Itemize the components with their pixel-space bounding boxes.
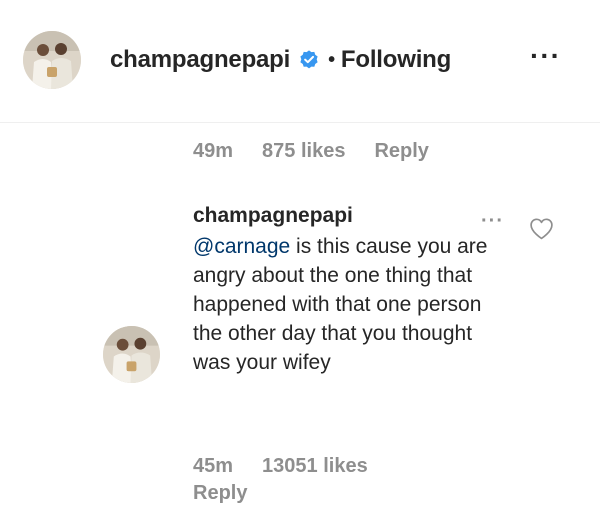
comment-likes[interactable]: 13051 likes <box>262 455 368 478</box>
verified-badge-icon <box>298 49 320 71</box>
more-options-icon[interactable]: ··· <box>530 42 561 70</box>
previous-comment-meta: 49m 875 likes Reply <box>193 140 458 163</box>
header-user-row: champagnepapi • Following <box>110 46 451 74</box>
comment-more-icon[interactable]: ··· <box>481 211 504 231</box>
reply-button[interactable]: Reply <box>374 140 428 163</box>
comment-likes[interactable]: 875 likes <box>262 140 345 163</box>
comment-time: 45m <box>193 455 234 477</box>
separator-dot: • <box>328 48 335 71</box>
post-header: champagnepapi • Following ··· <box>0 0 600 123</box>
avatar-photo-icon <box>103 326 160 383</box>
comment-meta: 45m 13051 likes <box>193 455 397 478</box>
heart-icon[interactable] <box>529 217 554 240</box>
reply-button[interactable]: Reply <box>193 482 247 505</box>
comment-username[interactable]: champagnepapi <box>193 204 353 228</box>
mention-link[interactable]: @carnage <box>193 235 290 258</box>
comment-time: 49m <box>193 140 234 162</box>
following-button[interactable]: Following <box>341 46 451 74</box>
profile-avatar[interactable] <box>23 31 81 89</box>
avatar-photo-icon <box>23 31 81 89</box>
comment-avatar[interactable] <box>103 326 160 383</box>
comment-text: @carnage is this cause you are angry abo… <box>193 232 493 377</box>
header-username[interactable]: champagnepapi <box>110 46 290 74</box>
